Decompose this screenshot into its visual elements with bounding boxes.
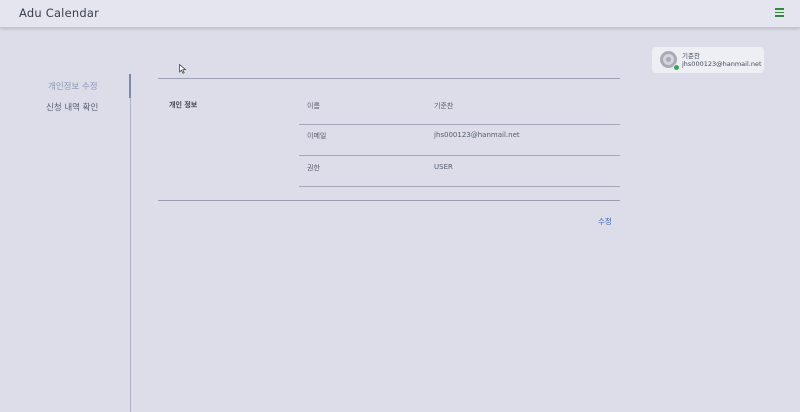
- profile-name: 기준찬: [682, 52, 700, 60]
- user-profile-card[interactable]: 기준찬 jhs000123@hanmail.net: [652, 47, 764, 73]
- section-bottom-divider: [158, 200, 620, 201]
- field-label-email: 이메일: [307, 132, 327, 140]
- app-title: Adu Calendar: [19, 6, 100, 20]
- field-value-role: USER: [434, 163, 453, 171]
- edit-button[interactable]: 수정: [598, 216, 612, 227]
- hamburger-menu-icon[interactable]: [775, 8, 784, 17]
- row-divider: [299, 155, 620, 156]
- row-divider: [299, 186, 620, 187]
- field-value-email: jhs000123@hanmail.net: [434, 131, 520, 139]
- field-label-name: 이름: [307, 102, 320, 110]
- section-top-divider: [158, 78, 620, 79]
- sidebar-divider: [130, 74, 131, 412]
- section-title-personal-info: 개인 정보: [169, 101, 198, 109]
- row-divider: [299, 124, 620, 125]
- online-status-icon: [673, 64, 680, 71]
- mouse-cursor-icon: [179, 64, 187, 74]
- profile-email: jhs000123@hanmail.net: [682, 60, 762, 68]
- field-label-role: 권한: [307, 164, 320, 172]
- sidebar-active-indicator: [129, 74, 131, 98]
- sidebar-item-application-history[interactable]: 신청 내역 확인: [46, 101, 98, 113]
- field-value-name: 기준찬: [434, 102, 454, 110]
- top-app-bar: Adu Calendar: [0, 0, 800, 28]
- sidebar-item-edit-profile[interactable]: 개인정보 수정: [48, 80, 98, 92]
